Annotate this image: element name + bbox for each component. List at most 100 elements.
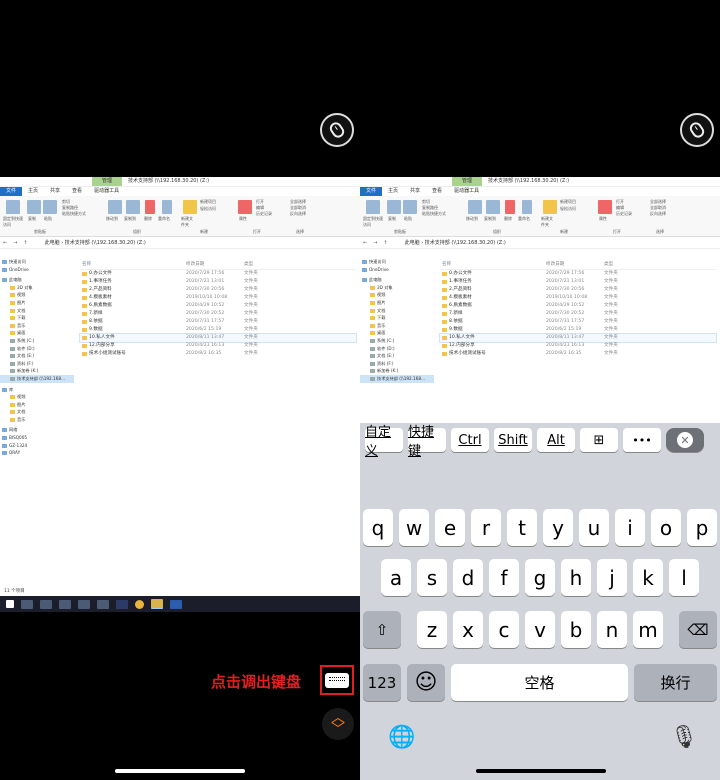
mouse-mode-button[interactable] bbox=[680, 113, 714, 147]
nav-item[interactable]: 此电脑 bbox=[360, 276, 434, 284]
task-view-icon[interactable] bbox=[40, 599, 52, 609]
column-type[interactable]: 类型 bbox=[244, 261, 253, 269]
key-q[interactable]: q bbox=[363, 509, 393, 546]
nav-item[interactable]: 桌面 bbox=[0, 329, 74, 337]
new-item-label[interactable]: 新建项目 bbox=[200, 199, 216, 205]
tab-home[interactable]: 主页 bbox=[382, 187, 404, 196]
mouse-mode-button[interactable] bbox=[320, 113, 354, 147]
new-folder-icon[interactable] bbox=[543, 200, 557, 214]
nav-item[interactable]: OneDrive bbox=[360, 266, 434, 274]
column-date[interactable]: 修改日期 bbox=[186, 261, 204, 269]
close-keyboard-button[interactable]: ✕ bbox=[666, 428, 704, 452]
tab-view[interactable]: 查看 bbox=[426, 187, 448, 196]
nav-item[interactable]: 文档 bbox=[360, 307, 434, 315]
easy-access-label[interactable]: 轻松访问 bbox=[560, 206, 576, 212]
nav-item[interactable]: 文档 (E:) bbox=[360, 352, 434, 360]
key-y[interactable]: y bbox=[543, 509, 573, 546]
backspace-key[interactable]: ⌫ bbox=[679, 611, 717, 648]
key-d[interactable]: d bbox=[453, 559, 483, 596]
shift-key[interactable]: ⇧ bbox=[363, 611, 401, 648]
forward-icon[interactable]: → bbox=[10, 240, 20, 246]
rename-icon[interactable] bbox=[522, 200, 532, 214]
address-bar[interactable]: ← → ↑ 此电脑 › 技术支持部 (\\192.168.30.20) (Z:) bbox=[360, 237, 720, 249]
nav-item[interactable]: 图片 bbox=[360, 299, 434, 307]
manage-context-tab[interactable]: 管理 bbox=[452, 177, 482, 186]
properties-icon[interactable] bbox=[598, 200, 612, 214]
nav-item[interactable]: GZ-1324 bbox=[0, 442, 74, 450]
alt-key[interactable]: Alt bbox=[537, 428, 575, 452]
nav-item[interactable]: 系统 (C:) bbox=[360, 337, 434, 345]
space-key[interactable]: 空格 bbox=[451, 664, 628, 701]
delete-icon[interactable] bbox=[505, 200, 515, 214]
key-a[interactable]: a bbox=[381, 559, 411, 596]
file-row[interactable]: 8.依据 2020/7/31 17:57 文件夹 bbox=[80, 318, 356, 326]
invert-selection-label[interactable]: 反向选择 bbox=[290, 211, 306, 217]
globe-icon[interactable]: 🌐 bbox=[388, 725, 415, 750]
nav-item[interactable]: 网络 bbox=[0, 426, 74, 434]
nav-item[interactable]: 下载 bbox=[0, 314, 74, 322]
file-row[interactable]: 2.产品资料 2020/7/30 20:56 文件夹 bbox=[440, 286, 716, 294]
pin-icon[interactable] bbox=[366, 200, 380, 214]
tab-drive-tools[interactable]: 驱动器工具 bbox=[88, 187, 125, 196]
paste-icon[interactable] bbox=[43, 200, 57, 214]
nav-item[interactable]: 软件 (D:) bbox=[0, 345, 74, 353]
remote-app-icon[interactable] bbox=[97, 599, 109, 609]
move-to-icon[interactable] bbox=[468, 200, 482, 214]
nav-item[interactable]: BISQ005 bbox=[0, 434, 74, 442]
back-icon[interactable]: ← bbox=[0, 240, 10, 246]
column-name[interactable]: 名称 bbox=[442, 261, 451, 269]
nav-item[interactable]: 视频 bbox=[360, 291, 434, 299]
nav-item[interactable]: 图片 bbox=[0, 401, 74, 409]
nav-item[interactable]: OneDrive bbox=[0, 266, 74, 274]
paste-shortcut-label[interactable]: 粘贴快捷方式 bbox=[422, 211, 446, 217]
nav-item[interactable]: 文档 (E:) bbox=[0, 352, 74, 360]
nav-item[interactable]: 音乐 bbox=[0, 322, 74, 330]
copy-icon[interactable] bbox=[387, 200, 401, 214]
file-row[interactable]: 4.模板素材 2019/10/10 10:08 文件夹 bbox=[440, 294, 716, 302]
column-type[interactable]: 类型 bbox=[604, 261, 613, 269]
nav-item[interactable]: 此电脑 bbox=[0, 276, 74, 284]
nav-item[interactable]: 图片 bbox=[0, 299, 74, 307]
manage-context-tab[interactable]: 管理 bbox=[92, 177, 122, 186]
key-p[interactable]: p bbox=[687, 509, 717, 546]
key-o[interactable]: o bbox=[651, 509, 681, 546]
nav-item[interactable]: 快速访问 bbox=[0, 258, 74, 266]
file-row[interactable]: 6.质素数据 2020/4/29 10:52 文件夹 bbox=[80, 302, 356, 310]
nav-item[interactable]: 桌面 bbox=[360, 329, 434, 337]
file-row[interactable]: 4.模板素材 2019/10/10 10:08 文件夹 bbox=[80, 294, 356, 302]
return-key[interactable]: 换行 bbox=[634, 664, 717, 701]
copy-to-icon[interactable] bbox=[486, 200, 500, 214]
nav-item[interactable]: 库 bbox=[0, 386, 74, 394]
nav-item[interactable]: 音乐 bbox=[0, 416, 74, 424]
nav-item[interactable]: 快速访问 bbox=[360, 258, 434, 266]
key-t[interactable]: t bbox=[507, 509, 537, 546]
file-row[interactable]: 7.新样 2020/7/30 20:52 文件夹 bbox=[440, 310, 716, 318]
key-i[interactable]: i bbox=[615, 509, 645, 546]
key-u[interactable]: u bbox=[579, 509, 609, 546]
column-date[interactable]: 修改日期 bbox=[546, 261, 564, 269]
key-m[interactable]: m bbox=[633, 611, 663, 648]
terminal-icon[interactable] bbox=[78, 599, 90, 609]
key-l[interactable]: l bbox=[669, 559, 699, 596]
move-to-icon[interactable] bbox=[108, 200, 122, 214]
paste-icon[interactable] bbox=[403, 200, 417, 214]
file-row[interactable]: 6.质素数据 2020/4/29 10:52 文件夹 bbox=[440, 302, 716, 310]
nav-item[interactable]: 新加卷 (K:) bbox=[0, 367, 74, 375]
windows-key[interactable]: ⊞ bbox=[580, 428, 618, 452]
file-row[interactable]: 0.办公文件 2020/7/29 17:56 文件夹 bbox=[80, 270, 356, 278]
file-row[interactable]: 10.私人文件 2020/8/11 13:47 文件夹 bbox=[439, 333, 717, 343]
nav-item[interactable]: 音乐 bbox=[360, 322, 434, 330]
file-row[interactable]: 0.办公文件 2020/7/29 17:56 文件夹 bbox=[440, 270, 716, 278]
key-b[interactable]: b bbox=[561, 611, 591, 648]
tab-view[interactable]: 查看 bbox=[66, 187, 88, 196]
nav-item[interactable]: 视频 bbox=[0, 291, 74, 299]
key-c[interactable]: c bbox=[489, 611, 519, 648]
key-k[interactable]: k bbox=[633, 559, 663, 596]
custom-key[interactable]: 自定义 bbox=[365, 425, 403, 459]
file-row[interactable]: 8.依据 2020/7/31 17:57 文件夹 bbox=[440, 318, 716, 326]
copy-icon[interactable] bbox=[27, 200, 41, 214]
nav-item[interactable]: 3D 对象 bbox=[360, 284, 434, 292]
nav-item[interactable]: 系统 (C:) bbox=[0, 337, 74, 345]
nav-item[interactable]: 技术支持部 (\\192.168... bbox=[360, 374, 434, 383]
file-row[interactable]: 7.新样 2020/7/30 20:52 文件夹 bbox=[80, 310, 356, 318]
